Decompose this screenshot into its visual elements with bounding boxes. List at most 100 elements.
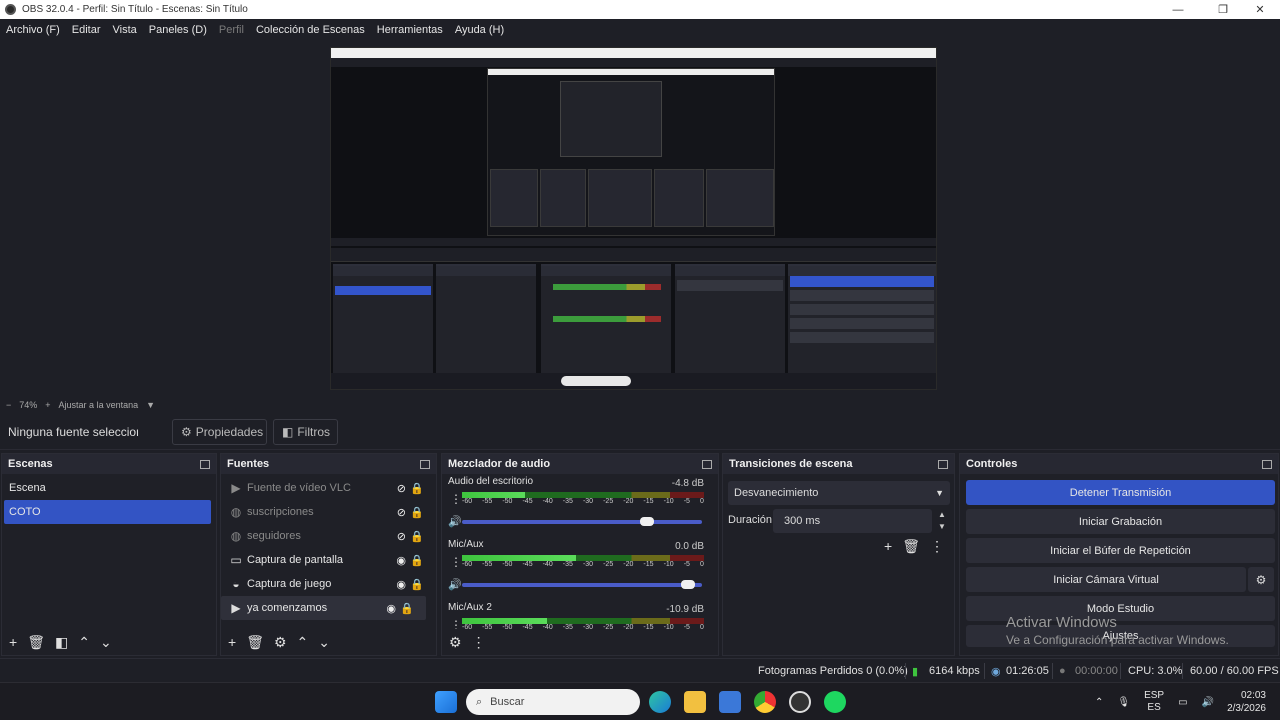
spotify-icon[interactable] (824, 691, 846, 713)
fit-to-window-button[interactable]: Ajustar a la ventana (59, 400, 139, 410)
properties-button[interactable]: ⚙ Propiedades (172, 419, 267, 445)
remove-source-icon[interactable]: 🗑 (246, 634, 264, 651)
add-source-icon[interactable]: + (228, 634, 236, 650)
sources-dock: Fuentes ▶ Fuente de vídeo VLC ⊘ 🔒 ◍ susc… (220, 453, 437, 656)
eye-icon[interactable]: ◉ (386, 602, 396, 615)
undock-icon[interactable] (200, 459, 210, 469)
volume-icon[interactable]: 🔊 (1202, 697, 1214, 708)
taskbar-search[interactable]: ⌕ Buscar (466, 689, 640, 715)
slider-knob[interactable] (680, 580, 695, 589)
move-up-icon[interactable]: ⌃ (297, 634, 309, 651)
menu-tools[interactable]: Herramientas (377, 24, 443, 36)
store-icon[interactable] (719, 691, 741, 713)
undock-icon[interactable] (420, 459, 430, 469)
volume-slider[interactable] (462, 517, 702, 526)
program-preview[interactable] (330, 47, 937, 390)
undock-icon[interactable] (1262, 459, 1272, 469)
stop-streaming-button[interactable]: Detener Transmisión (966, 480, 1275, 505)
menu-view[interactable]: Vista (113, 24, 137, 36)
start-replay-buffer-button[interactable]: Iniciar el Búfer de Repetición (966, 538, 1275, 563)
gear-icon[interactable]: ⚙ (1248, 567, 1274, 592)
add-scene-icon[interactable]: + (9, 634, 17, 650)
meter-tick: -5 (683, 498, 690, 505)
maximize-button[interactable]: ❐ (1205, 0, 1241, 19)
move-up-icon[interactable]: ⌃ (78, 634, 90, 651)
menu-scene-collection[interactable]: Colección de Escenas (256, 24, 365, 36)
file-explorer-icon[interactable] (684, 691, 706, 713)
duration-input[interactable]: 300 ms (773, 509, 932, 533)
source-item[interactable]: ◍ seguidores ⊘ 🔒 (221, 524, 436, 548)
source-properties-icon[interactable]: ⚙ (274, 634, 287, 651)
zoom-dropdown-icon[interactable]: ▼ (146, 400, 155, 410)
track-menu-icon[interactable]: ⋮ (450, 618, 462, 629)
meter-ticks: -60 -55 -50 -45 -40 -35 -30 -25 -20 -15 -10 -5 0 (462, 561, 704, 569)
language-indicator[interactable]: ESP ES (1144, 690, 1164, 714)
start-recording-button[interactable]: Iniciar Grabación (966, 509, 1275, 534)
source-item[interactable]: ▶ Fuente de vídeo VLC ⊘ 🔒 (221, 476, 436, 500)
move-down-icon[interactable]: ⌄ (318, 634, 330, 651)
meter-tick: -45 (522, 498, 533, 505)
filters-button[interactable]: ◧ Filtros (273, 419, 338, 445)
undock-icon[interactable] (938, 459, 948, 469)
remove-transition-icon[interactable]: 🗑 (902, 538, 920, 555)
chevron-up-icon[interactable]: ⌃ (1095, 697, 1103, 708)
menu-edit[interactable]: Editar (72, 24, 101, 36)
start-virtual-camera-button[interactable]: Iniciar Cámara Virtual (966, 567, 1246, 592)
meter-tick: -30 (582, 498, 594, 505)
eye-icon[interactable]: ◉ (396, 554, 406, 567)
duration-spinner[interactable]: ▲ ▼ (935, 509, 949, 533)
eye-icon[interactable]: ◉ (396, 578, 406, 591)
scene-item[interactable]: Escena (2, 476, 216, 500)
network-icon[interactable]: ▭ (1178, 697, 1187, 708)
volume-icon[interactable]: 🔊 (448, 515, 462, 528)
volume-slider[interactable] (462, 580, 702, 589)
eye-hidden-icon[interactable]: ⊘ (397, 506, 406, 519)
add-transition-icon[interactable]: + (884, 538, 892, 555)
transition-menu-icon[interactable]: ⋮ (930, 538, 944, 555)
eye-hidden-icon[interactable]: ⊘ (397, 482, 406, 495)
menu-docks[interactable]: Paneles (D) (149, 24, 207, 36)
microphone-icon[interactable]: 🎙 (1117, 697, 1130, 708)
source-item[interactable]: ◍ suscripciones ⊘ 🔒 (221, 500, 436, 524)
volume-icon[interactable]: 🔊 (448, 578, 462, 591)
minimize-button[interactable]: — (1160, 0, 1196, 19)
close-button[interactable]: ✕ (1242, 0, 1278, 19)
lock-icon[interactable]: 🔒 (410, 554, 424, 567)
source-item[interactable]: ◒ Captura de juego ◉ 🔒 (221, 572, 436, 596)
meter-tick: -20 (623, 561, 634, 568)
lock-icon[interactable]: 🔒 (410, 506, 424, 519)
lock-icon[interactable]: 🔒 (410, 530, 424, 543)
windows-start-icon[interactable] (435, 691, 457, 713)
meter-tick: -35 (562, 561, 573, 568)
edge-icon[interactable] (649, 691, 671, 713)
menu-help[interactable]: Ayuda (H) (455, 24, 504, 36)
settings-button[interactable]: Ajustes (966, 625, 1275, 647)
lock-icon[interactable]: 🔒 (400, 602, 414, 615)
track-menu-icon[interactable]: ⋮ (450, 492, 462, 506)
menu-profile[interactable]: Perfil (219, 24, 244, 36)
advanced-audio-icon[interactable]: ⚙ (449, 634, 462, 651)
zoom-out-button[interactable]: − (6, 400, 11, 410)
slider-knob[interactable] (640, 517, 654, 526)
meter-tick: 0 (699, 561, 704, 568)
chrome-icon[interactable] (754, 691, 776, 713)
eye-hidden-icon[interactable]: ⊘ (397, 530, 406, 543)
transition-select[interactable]: Desvanecimiento ▼ (728, 481, 950, 505)
undock-icon[interactable] (702, 459, 712, 469)
track-menu-icon[interactable]: ⋮ (450, 555, 462, 569)
lock-icon[interactable]: 🔒 (410, 578, 424, 591)
source-item[interactable]: ▭ Captura de pantalla ◉ 🔒 (221, 548, 436, 572)
clock[interactable]: 02:03 2/3/2026 (1222, 683, 1266, 720)
scene-filters-icon[interactable]: ◧ (55, 634, 68, 651)
studio-mode-button[interactable]: Modo Estudio (966, 596, 1275, 621)
move-down-icon[interactable]: ⌄ (100, 634, 112, 651)
remove-scene-icon[interactable]: 🗑 (27, 634, 45, 651)
menu-file[interactable]: Archivo (F) (6, 24, 60, 36)
lock-icon[interactable]: 🔒 (410, 482, 424, 495)
obs-taskbar-icon[interactable] (789, 691, 811, 713)
source-item[interactable]: ▶ ya comenzamos ◉ 🔒 (221, 596, 426, 620)
meter-tick: -35 (562, 498, 573, 505)
mixer-menu-icon[interactable]: ⋮ (472, 634, 486, 651)
zoom-in-button[interactable]: + (45, 400, 50, 410)
scene-item-selected[interactable]: COTO (4, 500, 211, 524)
